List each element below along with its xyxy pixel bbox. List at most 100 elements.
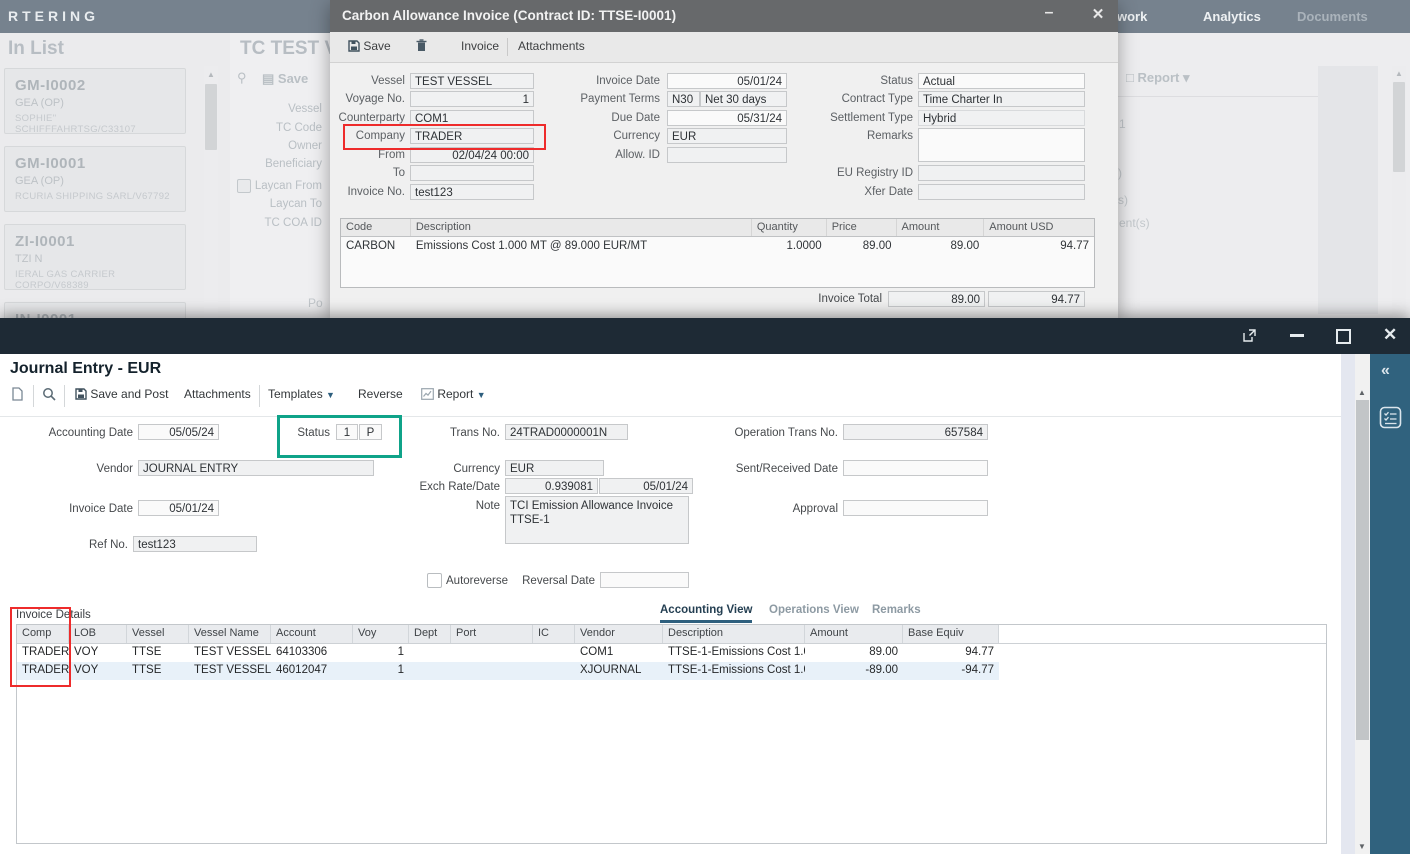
search-icon[interactable]: ⚲ (237, 70, 247, 86)
new-document-button[interactable] (12, 387, 23, 407)
table-row[interactable]: TRADER VOY TTSE TEST VESSEL 46012047 1 X… (17, 662, 1326, 680)
reversal-date-field[interactable] (600, 572, 689, 588)
list-item[interactable]: GM-I0001 GEA (OP) RCURIA SHIPPING SARL/V… (4, 146, 186, 212)
approval-field[interactable] (843, 500, 988, 516)
col-header-amount-usd[interactable]: Amount USD (984, 219, 1094, 236)
exch-rate-date-label: Exch Rate/Date (415, 481, 500, 493)
close-icon[interactable]: ✕ (1383, 325, 1397, 345)
table-row[interactable]: CARBON Emissions Cost 1.000 MT @ 89.000 … (341, 237, 1094, 255)
allow-id-field[interactable] (667, 147, 787, 163)
contract-type-field[interactable]: Time Charter In (918, 91, 1085, 107)
col-header-description[interactable]: Description (411, 219, 752, 236)
tc-save-button[interactable]: ▤ Save (262, 71, 308, 87)
tc-field-label: Laycan From (230, 180, 322, 192)
attachments-button[interactable]: Attachments (184, 387, 251, 407)
scrollbar-thumb[interactable] (205, 84, 217, 150)
close-icon[interactable]: ✕ (1090, 6, 1106, 24)
vendor-field[interactable]: JOURNAL ENTRY (138, 460, 374, 476)
search-button[interactable] (42, 387, 56, 407)
background-scrollbar[interactable]: ▲ (1392, 66, 1406, 314)
checklist-icon[interactable] (1379, 406, 1402, 429)
maximize-icon[interactable] (1336, 329, 1351, 344)
tab-remarks[interactable]: Remarks (872, 604, 921, 616)
list-item[interactable]: GM-I0002 GEA (OP) SOPHIE" SCHIFFFAHRTSG/… (4, 68, 186, 134)
eu-registry-id-field[interactable] (918, 165, 1085, 181)
minimize-icon[interactable]: – (1042, 6, 1056, 20)
attachments-tab[interactable]: Attachments (518, 39, 585, 53)
accounting-date-field[interactable]: 05/05/24 (138, 424, 219, 440)
scroll-up-icon[interactable]: ▲ (1395, 69, 1403, 78)
payment-terms-code-field[interactable]: N30 (667, 91, 700, 107)
list-item[interactable]: ZI-I0001 TZI N IERAL GAS CARRIER CORPO/V… (4, 224, 186, 290)
journal-window-titlebar[interactable]: ✕ (0, 318, 1410, 354)
report-menu[interactable]: Report ▼ (421, 387, 486, 407)
trans-no-field[interactable]: 24TRAD0000001N (505, 424, 628, 440)
table-header-row: Code Description Quantity Price Amount A… (341, 219, 1094, 237)
tab-accounting-view[interactable]: Accounting View (660, 604, 752, 623)
eu-registry-id-label: EU Registry ID (790, 167, 913, 179)
table-row[interactable]: TRADER VOY TTSE TEST VESSEL 64103306 1 C… (17, 644, 1326, 662)
delete-button[interactable] (416, 39, 427, 53)
invoice-date-field[interactable]: 05/01/24 (667, 73, 787, 89)
col-header-lob[interactable]: LOB (69, 625, 127, 643)
currency-field[interactable]: EUR (667, 128, 787, 144)
col-header-amount[interactable]: Amount (897, 219, 985, 236)
reverse-button[interactable]: Reverse (358, 387, 403, 407)
settlement-type-field[interactable]: Hybrid (918, 110, 1085, 126)
col-header-voy[interactable]: Voy (353, 625, 409, 643)
due-date-field[interactable]: 05/31/24 (667, 110, 787, 126)
tc-field-label: Owner (230, 140, 322, 152)
minimize-icon[interactable] (1290, 334, 1304, 337)
col-header-code[interactable]: Code (341, 219, 411, 236)
col-header-vendor[interactable]: Vendor (575, 625, 663, 643)
col-header-base-equiv[interactable]: Base Equiv (903, 625, 999, 643)
col-header-quantity[interactable]: Quantity (752, 219, 827, 236)
scroll-down-icon[interactable]: ▼ (1358, 842, 1366, 851)
to-field[interactable] (410, 165, 534, 181)
nav-item-network[interactable]: work (1117, 9, 1147, 24)
save-button[interactable]: Save (348, 39, 391, 53)
journal-currency-field[interactable]: EUR (505, 460, 604, 476)
invoice-no-field[interactable]: test123 (410, 184, 534, 200)
dialog-titlebar[interactable]: Carbon Allowance Invoice (Contract ID: T… (330, 0, 1118, 32)
col-header-ic[interactable]: IC (533, 625, 575, 643)
scroll-up-icon[interactable]: ▲ (1358, 388, 1366, 397)
scrollbar-thumb[interactable] (1356, 400, 1369, 740)
col-header-port[interactable]: Port (451, 625, 533, 643)
templates-menu[interactable]: Templates ▼ (268, 387, 335, 407)
tab-operations-view[interactable]: Operations View (769, 604, 859, 616)
col-header-vessel[interactable]: Vessel (127, 625, 189, 643)
nav-item-documents[interactable]: Documents (1297, 9, 1368, 24)
journal-invoice-date-field[interactable]: 05/01/24 (138, 500, 219, 516)
xfer-date-field[interactable] (918, 184, 1085, 200)
voyage-no-field[interactable]: 1 (410, 91, 534, 107)
save-and-post-button[interactable]: Save and Post (75, 387, 168, 407)
col-header-account[interactable]: Account (271, 625, 353, 643)
operation-trans-no-field[interactable]: 657584 (843, 424, 988, 440)
col-header-vessel-name[interactable]: Vessel Name (189, 625, 271, 643)
payment-terms-desc-field[interactable]: Net 30 days (700, 91, 787, 107)
col-header-amount[interactable]: Amount (805, 625, 903, 643)
col-header-dept[interactable]: Dept (409, 625, 451, 643)
vessel-field[interactable]: TEST VESSEL (410, 73, 534, 89)
ref-no-field[interactable]: test123 (133, 536, 257, 552)
sent-received-date-field[interactable] (843, 460, 988, 476)
nav-item-analytics[interactable]: Analytics (1203, 9, 1261, 24)
scroll-up-icon[interactable]: ▲ (207, 70, 215, 79)
remarks-field[interactable] (918, 128, 1085, 162)
journal-scrollbar[interactable]: ▲ ▼ (1355, 354, 1370, 854)
collapse-panel-icon[interactable]: « (1381, 362, 1390, 380)
status-field[interactable]: Actual (918, 73, 1085, 89)
invoice-tab[interactable]: Invoice (461, 39, 499, 53)
popout-icon[interactable] (1243, 329, 1256, 347)
scrollbar-thumb[interactable] (1393, 82, 1405, 172)
col-header-description[interactable]: Description (663, 625, 805, 643)
report-menu-faded[interactable]: □ Report ▾ (1126, 70, 1190, 86)
autoreverse-checkbox[interactable] (427, 573, 442, 588)
col-header-price[interactable]: Price (827, 219, 897, 236)
note-field[interactable]: TCI Emission Allowance Invoice TTSE-1 (505, 496, 689, 544)
exch-rate-field[interactable]: 0.939081 (505, 478, 598, 494)
invoice-total-amount: 89.00 (888, 291, 985, 307)
in-list-scrollbar[interactable]: ▲ (204, 66, 218, 318)
exch-date-field[interactable]: 05/01/24 (599, 478, 693, 494)
